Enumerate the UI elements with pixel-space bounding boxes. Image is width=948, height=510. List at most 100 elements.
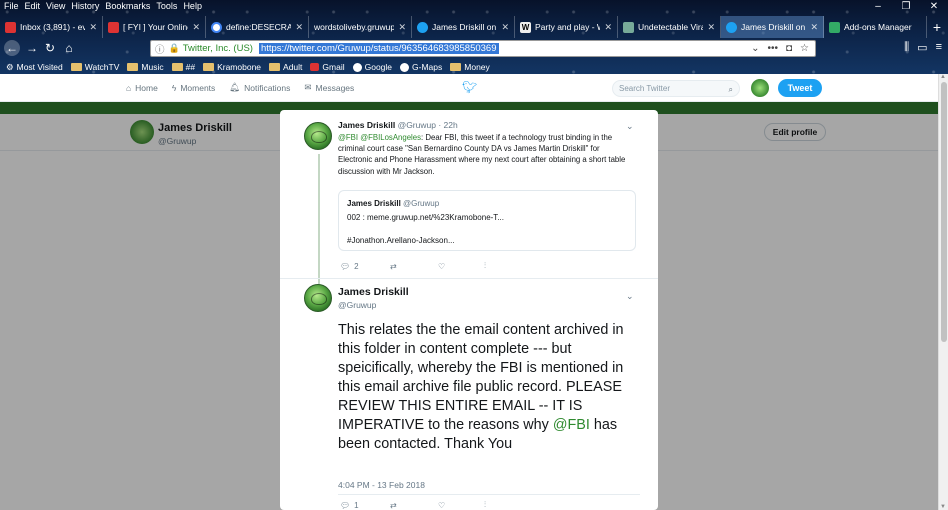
window-close-icon[interactable]: ✕ bbox=[920, 0, 948, 13]
analytics-button[interactable]: ⫶ bbox=[484, 500, 486, 510]
menu-view[interactable]: View bbox=[46, 0, 65, 13]
tab-gmail-inbox[interactable]: Inbox (3,891) - every...✕ bbox=[0, 16, 103, 38]
tab-close-icon[interactable]: ✕ bbox=[810, 22, 818, 33]
forward-button[interactable]: → bbox=[24, 40, 40, 56]
tweet1-name[interactable]: James Driskill bbox=[338, 120, 395, 130]
tab-addons[interactable]: Add-ons Manager bbox=[824, 16, 927, 38]
envelope-icon: ✉ bbox=[304, 82, 312, 92]
chevron-down-icon[interactable]: ⌄ bbox=[751, 43, 759, 54]
tweet2-handle[interactable]: @Gruwup bbox=[338, 300, 376, 310]
scroll-down-icon[interactable]: ▼ bbox=[940, 504, 946, 510]
site-identity[interactable]: Twitter, Inc. (US) bbox=[183, 43, 253, 54]
info-icon[interactable]: ⓘ bbox=[155, 42, 165, 56]
bookmark-kramobone[interactable]: Kramobone bbox=[203, 60, 261, 74]
menu-edit[interactable]: Edit bbox=[25, 0, 41, 13]
reload-button[interactable]: ↻ bbox=[42, 40, 58, 56]
nav-home[interactable]: ⌂ Home bbox=[126, 82, 158, 93]
minimize-icon[interactable]: – bbox=[864, 0, 892, 13]
sidebar-icon[interactable]: ▭ bbox=[917, 41, 927, 54]
url-text[interactable]: https://twitter.com/Gruwup/status/963564… bbox=[258, 43, 499, 54]
home-button[interactable]: ⌂ bbox=[61, 40, 77, 56]
bookmark-music[interactable]: Music bbox=[127, 60, 164, 74]
library-icon[interactable]: ⫼ bbox=[904, 41, 909, 54]
tweet1-header: James Driskill @Gruwup · 22h bbox=[338, 120, 458, 130]
tab-twitter-1[interactable]: James Driskill on Twit...✕ bbox=[412, 16, 515, 38]
page-scrollbar[interactable]: ▲ ▼ bbox=[938, 74, 948, 510]
folder-icon bbox=[127, 63, 139, 71]
search-icon[interactable]: ⌕ bbox=[729, 82, 733, 97]
retweet-button[interactable]: ⇄ bbox=[390, 261, 438, 271]
tab-close-icon[interactable]: ✕ bbox=[295, 22, 303, 33]
tweet1-avatar[interactable] bbox=[304, 122, 332, 150]
page-actions-icon[interactable]: ••• bbox=[767, 43, 778, 54]
retweet-icon: ⇄ bbox=[390, 261, 397, 271]
menu-history[interactable]: History bbox=[71, 0, 99, 13]
tweet1-handle[interactable]: @Gruwup bbox=[398, 120, 436, 130]
tweet1-time[interactable]: · 22h bbox=[438, 120, 457, 130]
close-icon[interactable]: ✕ bbox=[920, 80, 933, 98]
bookmark-hash[interactable]: ## bbox=[171, 60, 195, 74]
mention-fbilosangeles[interactable]: @FBILosAngeles bbox=[360, 133, 421, 142]
tab-close-icon[interactable]: ✕ bbox=[707, 22, 715, 33]
like-button[interactable]: ♡ bbox=[438, 261, 484, 271]
back-button[interactable]: ← bbox=[4, 40, 20, 56]
bell-icon: 🔔︎ bbox=[229, 82, 241, 92]
mention-fbi[interactable]: @FBI bbox=[553, 417, 590, 433]
twitter-top-nav: ⌂ Home ϟ Moments 🔔︎ Notifications ✉ Messages… bbox=[0, 74, 938, 102]
chevron-down-icon[interactable]: ⌄ bbox=[626, 291, 634, 302]
mention-fbi[interactable]: @FBI bbox=[338, 133, 358, 142]
restore-icon[interactable]: ❐ bbox=[892, 0, 920, 13]
bookmark-most-visited[interactable]: ⚙ Most Visited bbox=[6, 60, 63, 74]
tab-wordstoliveby[interactable]: wordstoliveby.gruwup.ne...✕ bbox=[309, 16, 412, 38]
menu-bookmarks[interactable]: Bookmarks bbox=[105, 0, 150, 13]
menu-help[interactable]: Help bbox=[183, 0, 202, 13]
tweet-button[interactable]: Tweet bbox=[778, 79, 822, 97]
menu-tools[interactable]: Tools bbox=[156, 0, 177, 13]
google-icon bbox=[352, 62, 362, 72]
bookmark-gmail[interactable]: Gmail bbox=[310, 60, 345, 74]
new-tab-button[interactable]: + bbox=[927, 16, 947, 38]
quoted-tweet[interactable]: James Driskill @Gruwup 002 : meme.gruwup… bbox=[338, 190, 636, 251]
tab-gmail-fyi[interactable]: [ FYI ] Your Online Fa...✕ bbox=[103, 16, 206, 38]
reply-button[interactable]: 💬︎ 1 bbox=[340, 500, 390, 510]
tweet2-timestamp[interactable]: 4:04 PM - 13 Feb 2018 bbox=[338, 480, 425, 490]
bookmark-gmaps[interactable]: G-Maps bbox=[400, 60, 442, 74]
nav-moments[interactable]: ϟ Moments bbox=[172, 82, 215, 93]
bookmark-google[interactable]: Google bbox=[352, 60, 392, 74]
avatar[interactable] bbox=[751, 79, 769, 97]
scroll-up-icon[interactable]: ▲ bbox=[940, 74, 946, 80]
tab-close-icon[interactable]: ✕ bbox=[398, 22, 406, 33]
bookmark-watchtv[interactable]: WatchTV bbox=[70, 60, 119, 74]
like-button[interactable]: ♡ bbox=[438, 500, 484, 510]
tab-close-icon[interactable]: ✕ bbox=[604, 22, 612, 33]
quote-handle: @Gruwup bbox=[403, 199, 440, 208]
reply-button[interactable]: 💬︎ 2 bbox=[340, 261, 390, 271]
tab-twitter-active[interactable]: James Driskill on Twi...✕ bbox=[721, 16, 824, 38]
twitter-logo-icon[interactable]: 🐦︎ bbox=[462, 80, 477, 94]
tab-undetectable[interactable]: Undetectable Viral Lo...✕ bbox=[618, 16, 721, 38]
bookmark-star-icon[interactable]: ☆ bbox=[800, 43, 809, 54]
chevron-down-icon[interactable]: ⌄ bbox=[626, 121, 634, 132]
bookmark-adult[interactable]: Adult bbox=[269, 60, 302, 74]
tab-google-define[interactable]: define:DESECRATE - ...✕ bbox=[206, 16, 309, 38]
folder-icon bbox=[171, 63, 183, 71]
nav-notifications[interactable]: 🔔︎ Notifications bbox=[229, 82, 290, 93]
tweet2-avatar[interactable] bbox=[304, 284, 332, 312]
tweet2-name[interactable]: James Driskill bbox=[338, 286, 409, 298]
retweet-button[interactable]: ⇄ bbox=[390, 500, 438, 510]
bookmark-money[interactable]: Money bbox=[450, 60, 490, 74]
nav-messages[interactable]: ✉ Messages bbox=[304, 82, 354, 93]
tab-wikipedia[interactable]: WParty and play - Wiki...✕ bbox=[515, 16, 618, 38]
hamburger-menu-icon[interactable]: ≡ bbox=[936, 41, 942, 54]
tab-close-icon[interactable]: ✕ bbox=[89, 22, 97, 33]
tab-close-icon[interactable]: ✕ bbox=[192, 22, 200, 33]
pocket-icon[interactable]: ◘ bbox=[786, 43, 792, 54]
reply-icon: 💬︎ bbox=[340, 261, 351, 271]
scrollbar-thumb[interactable] bbox=[941, 82, 947, 342]
tab-close-icon[interactable]: ✕ bbox=[501, 22, 509, 33]
twitter-bird-icon bbox=[726, 21, 737, 33]
search-input[interactable]: Search Twitter ⌕ bbox=[612, 80, 740, 97]
menu-file[interactable]: File bbox=[4, 0, 19, 13]
analytics-button[interactable]: ⫶ bbox=[484, 261, 486, 271]
url-bar[interactable]: ⓘ 🔒 Twitter, Inc. (US) https://twitter.c… bbox=[150, 40, 816, 57]
